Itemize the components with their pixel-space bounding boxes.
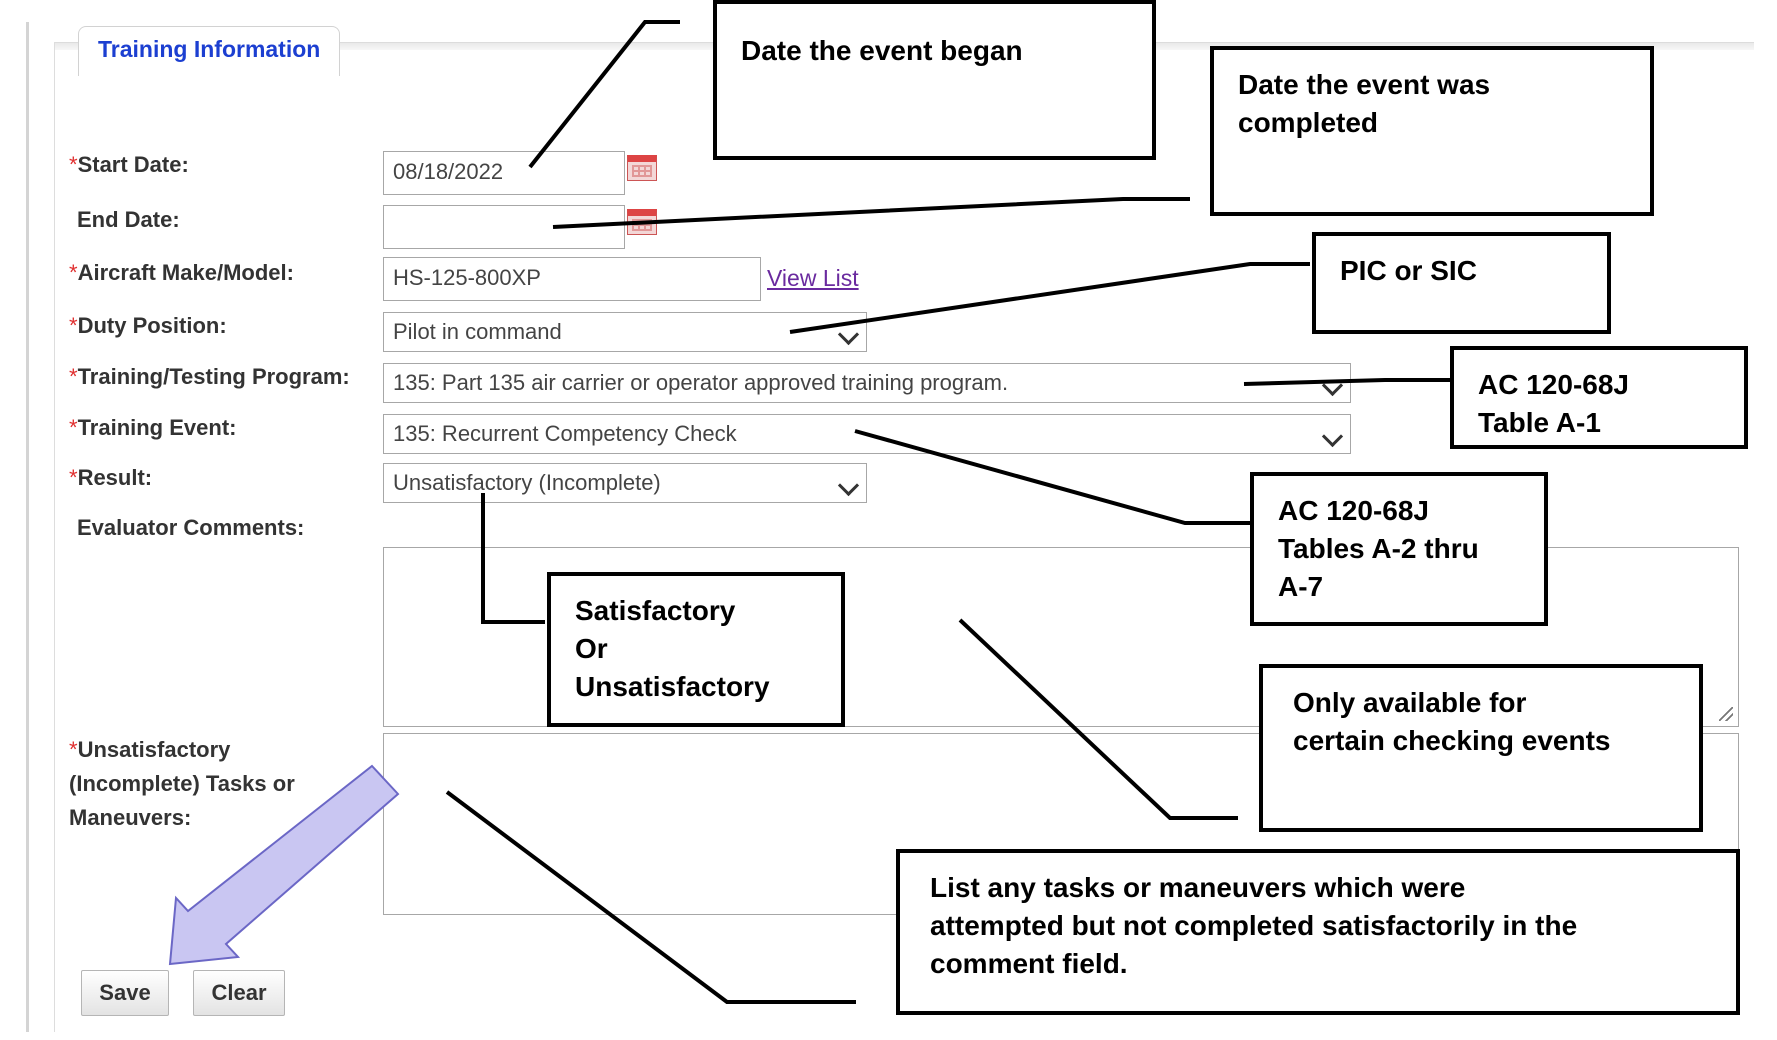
aircraft-field[interactable]: HS-125-800XP <box>383 257 761 301</box>
result-label: *Result: <box>69 465 153 490</box>
required-marker: * <box>69 152 78 177</box>
page-left-border <box>26 22 29 1032</box>
chevron-down-icon <box>837 474 860 497</box>
save-button[interactable]: Save <box>81 970 169 1016</box>
end-date-label: End Date: <box>77 207 180 232</box>
clear-button[interactable]: Clear <box>193 970 285 1016</box>
unsat-tasks-label: *Unsatisfactory (Incomplete) Tasks or Ma… <box>69 737 295 830</box>
program-label: *Training/Testing Program: <box>69 364 350 389</box>
calendar-icon[interactable] <box>627 155 657 181</box>
chevron-down-icon <box>1321 374 1344 397</box>
callout-start-date: Date the event began <box>713 0 1156 160</box>
aircraft-label: *Aircraft Make/Model: <box>69 260 294 285</box>
callout-comments: Only available for certain checking even… <box>1259 664 1703 832</box>
calendar-icon[interactable] <box>627 209 657 235</box>
resize-grip-icon[interactable] <box>1719 707 1733 721</box>
callout-end-date: Date the event was completed <box>1210 46 1654 216</box>
callout-training-event: AC 120-68J Tables A-2 thru A-7 <box>1250 472 1548 626</box>
training-event-select[interactable]: 135: Recurrent Competency Check <box>383 414 1351 454</box>
callout-result: Satisfactory Or Unsatisfactory <box>547 572 845 727</box>
start-date-label: *Start Date: <box>69 152 189 177</box>
program-select[interactable]: 135: Part 135 air carrier or operator ap… <box>383 363 1351 403</box>
fieldset-border-left <box>54 42 55 1032</box>
section-legend: Training Information <box>98 36 321 62</box>
chevron-down-icon <box>1321 425 1344 448</box>
training-event-label: *Training Event: <box>69 415 237 440</box>
callout-duty-position: PIC or SIC <box>1312 232 1611 334</box>
view-list-link[interactable]: View List <box>767 265 859 292</box>
duty-position-label: *Duty Position: <box>69 313 227 338</box>
result-select[interactable]: Unsatisfactory (Incomplete) <box>383 463 867 503</box>
duty-position-select[interactable]: Pilot in command <box>383 312 867 352</box>
chevron-down-icon <box>837 323 860 346</box>
leader-line-duty-position <box>789 262 1310 334</box>
callout-program: AC 120-68J Table A-1 <box>1450 346 1748 449</box>
evaluator-comments-label: Evaluator Comments: <box>77 515 305 540</box>
start-date-field[interactable]: 08/18/2022 <box>383 151 625 195</box>
end-date-field[interactable] <box>383 205 625 249</box>
callout-unsat-tasks: List any tasks or maneuvers which were a… <box>896 849 1740 1015</box>
